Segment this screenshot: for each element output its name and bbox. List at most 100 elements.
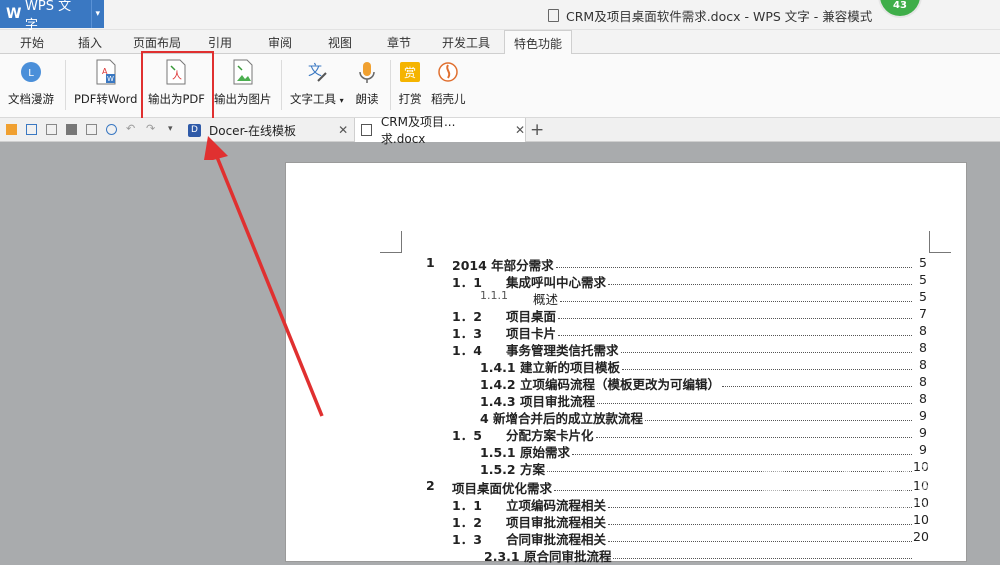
docer-tab-label: Docer-在线模板: [209, 123, 297, 138]
notification-badge[interactable]: 43: [878, 0, 922, 18]
tab-chapter[interactable]: 章节: [387, 34, 411, 51]
toc-page-number: 5: [919, 255, 927, 270]
ribbon-divider: [65, 60, 66, 110]
toc-entry[interactable]: 1.4.3 项目审批流程 8: [0, 391, 1000, 409]
toc-page-number: 9: [919, 408, 927, 423]
export-image-label: 输出为图片: [214, 92, 272, 106]
reward-icon: 赏: [398, 59, 422, 85]
toc-entry[interactable]: 1．3 项目卡片 8: [0, 323, 1000, 341]
tab-view[interactable]: 视图: [328, 34, 352, 51]
toc-leader-dots: [608, 283, 912, 285]
tab-references[interactable]: 引用: [208, 34, 232, 51]
margin-corner-mark: [380, 231, 402, 253]
svg-text:W: W: [107, 75, 114, 83]
toc-page-number: 8: [919, 323, 927, 338]
toc-leader-dots: [645, 419, 912, 421]
toc-leader-dots: [622, 368, 912, 370]
margin-corner-mark: [929, 231, 951, 253]
toc-page-number: 8: [919, 391, 927, 406]
app-name: WPS 文字: [25, 0, 72, 33]
print-preview-icon[interactable]: [86, 124, 97, 135]
export-image-button[interactable]: 输出为图片: [214, 59, 272, 107]
close-icon[interactable]: ✕: [515, 123, 525, 137]
undo-icon[interactable]: ↶: [126, 123, 137, 135]
app-menu-button[interactable]: W WPS 文字 ▾: [0, 0, 104, 33]
spell-check-icon[interactable]: [106, 124, 117, 135]
toc-number: 1.1.1: [480, 289, 508, 302]
export-icon[interactable]: [46, 124, 57, 135]
daokeer-button[interactable]: 稻壳儿: [431, 59, 466, 107]
annotation-highlight-box: [141, 51, 214, 120]
toc-leader-dots: [596, 436, 912, 438]
toc-leader-dots: [608, 540, 912, 542]
tab-start[interactable]: 开始: [20, 34, 44, 51]
tab-page-layout[interactable]: 页面布局: [133, 34, 181, 51]
toc-page-number: 20: [913, 529, 929, 544]
toc-entry[interactable]: 1.4.1 建立新的项目模板 8: [0, 357, 1000, 375]
toc-entry[interactable]: 1 2014 年部分需求 5: [0, 255, 1000, 273]
toc-page-number: 5: [919, 289, 927, 304]
save-icon[interactable]: [26, 124, 37, 135]
toc-entry[interactable]: 1.4.2 立项编码流程（模板更改为可编辑） 8: [0, 374, 1000, 392]
daokeer-icon: [436, 59, 460, 85]
toc-leader-dots: [608, 523, 912, 525]
text-tools-label: 文字工具 ▾: [290, 91, 344, 107]
toc-entry[interactable]: 1.1.1 概述 5: [0, 289, 1000, 307]
wps-logo-icon: W: [6, 6, 22, 22]
toc-entry[interactable]: 1．3 合同审批流程相关 20: [0, 529, 1000, 547]
svg-text:文: 文: [308, 63, 322, 79]
toc-page-number: 5: [919, 272, 927, 287]
reward-label: 打赏: [398, 92, 422, 106]
toc-entry[interactable]: 1．2 项目审批流程相关 10: [0, 512, 1000, 530]
tab-developer[interactable]: 开发工具: [442, 34, 490, 51]
tab-current-document[interactable]: CRM及项目...求.docx ✕: [354, 115, 526, 146]
new-tab-plus-icon[interactable]: +: [530, 120, 544, 140]
toc-page-number: 8: [919, 340, 927, 355]
tab-special-features[interactable]: 特色功能: [504, 30, 573, 55]
customize-dropdown-icon[interactable]: ▾: [168, 124, 179, 135]
title-bar: W WPS 文字 ▾ CRM及项目桌面软件需求.docx - WPS 文字 - …: [0, 0, 1000, 33]
toc-entry[interactable]: 1．2 项目桌面 7: [0, 306, 1000, 324]
toc-leader-dots: [558, 317, 912, 319]
toc-leader-dots: [560, 300, 912, 302]
text-tools-button[interactable]: 文 文字工具 ▾: [290, 59, 344, 107]
toc-entry[interactable]: 2.3.1 原合同审批流程: [0, 546, 1000, 564]
toc-entry[interactable]: 1．4 事务管理类信托需求 8: [0, 340, 1000, 358]
toc-entry[interactable]: 1．1 集成呼叫中心需求 5: [0, 272, 1000, 290]
read-aloud-label: 朗读: [355, 92, 379, 106]
tab-docer-templates[interactable]: D Docer-在线模板 ✕: [184, 118, 354, 142]
doc-roam-button[interactable]: L 文档漫游: [8, 59, 54, 107]
toc-page-number: 8: [919, 357, 927, 372]
quick-access-bar: ↶ ↷ ▾ D Docer-在线模板 ✕ CRM及项目...求.docx ✕ +: [0, 115, 1000, 146]
open-folder-icon[interactable]: [6, 124, 17, 135]
window-title: CRM及项目桌面软件需求.docx - WPS 文字 - 兼容模式: [548, 6, 872, 25]
toc-leader-dots: [621, 351, 912, 353]
tab-insert[interactable]: 插入: [78, 34, 102, 51]
watermark-logo: Baidu经验: [760, 461, 955, 502]
redo-icon[interactable]: ↷: [146, 123, 157, 135]
document-icon: [361, 124, 372, 136]
print-icon[interactable]: [66, 124, 77, 135]
microphone-icon: [355, 59, 379, 85]
toc-leader-dots: [613, 557, 912, 559]
toc-entry[interactable]: 1．5 分配方案卡片化 9: [0, 425, 1000, 443]
close-icon[interactable]: ✕: [338, 123, 348, 137]
daokeer-label: 稻壳儿: [431, 92, 466, 106]
dropdown-arrow-icon: ▾: [339, 96, 344, 105]
ribbon-divider: [390, 60, 391, 110]
doc-roam-label: 文档漫游: [8, 92, 54, 106]
cloud-icon: L: [19, 59, 43, 85]
chevron-down-icon[interactable]: ▾: [90, 0, 104, 28]
pdf-to-word-icon: AW: [94, 59, 118, 85]
pdf-to-word-button[interactable]: AW PDF转Word: [74, 59, 137, 107]
reward-button[interactable]: 赏 打赏: [398, 59, 422, 107]
tab-review[interactable]: 审阅: [268, 34, 292, 51]
read-aloud-button[interactable]: 朗读: [355, 59, 379, 107]
toc-entry[interactable]: 4 新增合并后的成立放款流程 9: [0, 408, 1000, 426]
toc-leader-dots: [556, 266, 912, 268]
toc-leader-dots: [597, 402, 912, 404]
toc-page-number: 8: [919, 374, 927, 389]
toc-number: 1: [426, 255, 435, 270]
toc-page-number: 9: [919, 425, 927, 440]
watermark-url: jingyan.baidu.com: [820, 498, 940, 513]
